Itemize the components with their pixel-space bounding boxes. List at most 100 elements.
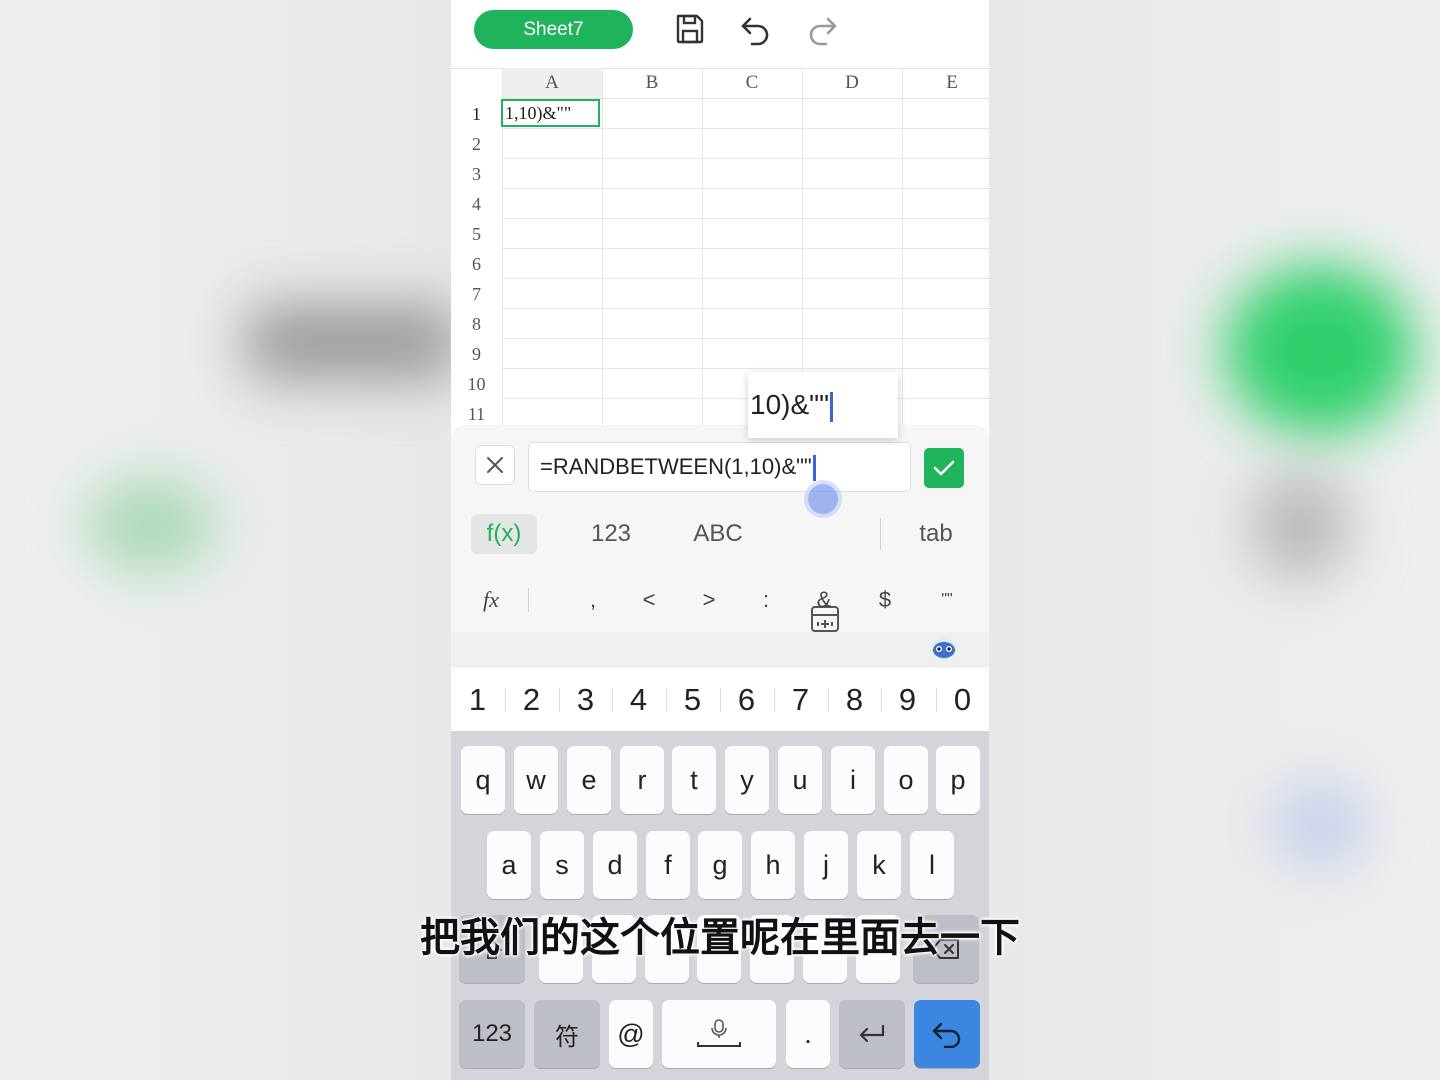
row-header-4[interactable]: 4 [451,189,502,219]
key-w[interactable]: w [514,746,558,814]
video-subtitle: 把我们的这个位置呢在里面去一下 [420,915,1020,961]
key-separator [559,688,560,712]
insert-function-button[interactable]: fx [471,575,511,625]
mode-divider [880,518,881,550]
space-key[interactable] [662,1000,776,1068]
check-icon [933,460,955,476]
less-than-key[interactable]: < [631,575,667,625]
formula-input[interactable]: =RANDBETWEEN(1,10)&"" [528,442,911,492]
blurred-green-blob [1225,265,1415,435]
row-header-8[interactable]: 8 [451,309,502,339]
key-2[interactable]: 2 [505,668,558,731]
formula-text: =RANDBETWEEN(1,10)&"" [540,454,812,479]
ampersand-key[interactable]: & [806,575,842,625]
key-0[interactable]: 0 [936,668,989,731]
key-a[interactable]: a [487,831,531,899]
key-6[interactable]: 6 [720,668,773,731]
number-row: 1 2 3 4 5 6 7 8 9 0 [451,668,989,731]
blurred-blue-spot [1270,780,1370,870]
key-separator [612,688,613,712]
key-l[interactable]: l [910,831,954,899]
grid-hline [502,338,989,339]
at-key[interactable]: @ [609,1000,653,1068]
key-k[interactable]: k [857,831,901,899]
key-e[interactable]: e [567,746,611,814]
key-d[interactable]: d [593,831,637,899]
comma-key[interactable]: , [575,575,611,625]
close-icon [487,457,503,473]
assistant-mascot-icon[interactable] [930,635,958,663]
row-header-3[interactable]: 3 [451,159,502,189]
column-header-d[interactable]: D [802,68,902,99]
row-header-2[interactable]: 2 [451,129,502,159]
key-r[interactable]: r [620,746,664,814]
row-header-7[interactable]: 7 [451,279,502,309]
tab-numbers[interactable]: 123 [578,514,644,554]
row-header-1[interactable]: 1 [451,99,502,129]
row-header-10[interactable]: 10 [451,369,502,399]
row-header-9[interactable]: 9 [451,339,502,369]
key-separator [720,688,721,712]
column-header-b[interactable]: B [602,68,702,99]
row-header-6[interactable]: 6 [451,249,502,279]
redo-icon[interactable] [805,12,839,46]
column-header-a[interactable]: A [502,68,602,99]
save-icon[interactable] [673,12,707,46]
key-s[interactable]: s [540,831,584,899]
key-7[interactable]: 7 [774,668,827,731]
grid-hline [502,398,989,399]
grid-hline [502,188,989,189]
dollar-key[interactable]: $ [867,575,903,625]
undo-icon[interactable] [739,12,773,46]
edit-magnifier-popup: 10)&"" [748,372,898,438]
text-caret [830,391,834,422]
column-header-c[interactable]: C [702,68,802,99]
tab-letters[interactable]: ABC [684,514,752,554]
numeric-mode-key[interactable]: 123 [459,1000,525,1068]
newline-key[interactable] [839,1000,905,1068]
key-p[interactable]: p [936,746,980,814]
key-f[interactable]: f [646,831,690,899]
key-o[interactable]: o [884,746,928,814]
key-separator [505,688,506,712]
grid-hline [502,368,989,369]
key-3[interactable]: 3 [559,668,612,731]
key-9[interactable]: 9 [881,668,934,731]
key-u[interactable]: u [778,746,822,814]
key-g[interactable]: g [698,831,742,899]
column-header-e[interactable]: E [902,68,989,99]
key-5[interactable]: 5 [666,668,719,731]
cursor-drag-handle[interactable] [808,484,838,514]
key-t[interactable]: t [672,746,716,814]
input-mode-tabs: f(x) 123 ABC tab [451,510,989,632]
tab-functions[interactable]: f(x) [471,514,537,554]
cell-a1-selected[interactable]: 1,10)&"" [501,99,600,127]
key-i[interactable]: i [831,746,875,814]
greater-than-key[interactable]: > [691,575,727,625]
blurred-green-spot [85,480,215,570]
suggestion-bar [451,632,989,667]
sheet-tab[interactable]: Sheet7 [474,10,633,49]
cancel-edit-button[interactable] [475,445,515,485]
key-separator [666,688,667,712]
grid-hline [502,248,989,249]
colon-key[interactable]: : [748,575,784,625]
key-q[interactable]: q [461,746,505,814]
grid-hline [502,278,989,279]
confirm-button[interactable] [924,448,964,488]
grid-hline [502,128,989,129]
blurred-gray-spot [1250,470,1350,580]
key-y[interactable]: y [725,746,769,814]
key-8[interactable]: 8 [828,668,881,731]
period-key[interactable]: . [786,1000,830,1068]
row-header-5[interactable]: 5 [451,219,502,249]
key-j[interactable]: j [804,831,848,899]
blurred-gray-bar [245,305,460,380]
key-4[interactable]: 4 [612,668,665,731]
tab-key[interactable]: tab [906,514,966,554]
enter-key[interactable] [914,1000,980,1068]
symbol-mode-key[interactable]: 符 [534,1000,600,1068]
quotes-key[interactable]: "" [929,575,965,625]
key-1[interactable]: 1 [451,668,504,731]
key-h[interactable]: h [751,831,795,899]
